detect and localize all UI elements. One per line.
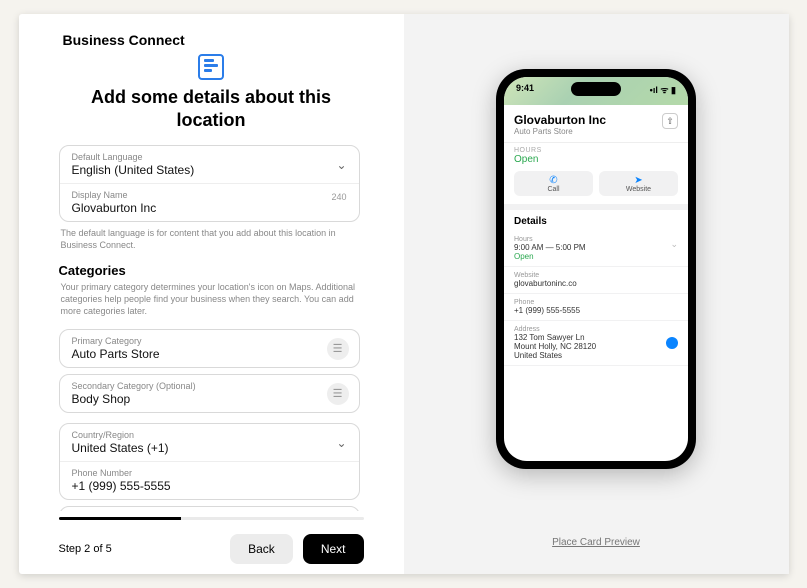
step-indicator: Step 2 of 5 — [59, 543, 112, 555]
display-name-count: 240 — [331, 192, 346, 202]
primary-category-input[interactable]: Primary Category Auto Parts Store ☰ — [60, 330, 359, 367]
preview-address: Address 132 Tom Sawyer Ln Mount Holly, N… — [504, 321, 688, 366]
primary-category-value: Auto Parts Store — [72, 347, 347, 361]
phone-icon: ✆ — [514, 175, 593, 186]
display-name-input[interactable]: Display Name Glovaburton Inc 240 — [60, 183, 359, 221]
preview-details-heading: Details — [504, 204, 688, 231]
phone-input[interactable]: Phone Number +1 (999) 555-5555 — [60, 461, 359, 499]
default-language-value: English (United States) — [72, 163, 347, 177]
brand-text: Business Connect — [63, 32, 185, 48]
categories-heading: Categories — [59, 263, 360, 278]
brand: Business Connect — [59, 32, 364, 48]
category-icon: ☰ — [327, 338, 349, 360]
chevron-down-icon: ⌄ — [336, 158, 346, 172]
categories-hint: Your primary category determines your lo… — [61, 282, 358, 317]
preview-hours: Hours 9:00 AM — 5:00 PM Open ⌄ — [504, 231, 688, 267]
next-button[interactable]: Next — [303, 534, 364, 564]
preview-caption[interactable]: Place Card Preview — [552, 537, 640, 548]
country-select[interactable]: Country/Region United States (+1) ⌄ — [60, 424, 359, 461]
progress-bar — [59, 517, 364, 520]
page-title: Add some details about this location — [59, 86, 364, 131]
navigate-icon — [666, 337, 678, 349]
preview-website: Website glovaburtoninc.co — [504, 267, 688, 294]
call-button: ✆ Call — [514, 171, 593, 196]
default-language-label: Default Language — [72, 152, 347, 162]
primary-category-label: Primary Category — [72, 336, 347, 346]
country-label: Country/Region — [72, 430, 347, 440]
country-value: United States (+1) — [72, 441, 347, 455]
preview-open-status: Open — [514, 154, 678, 165]
status-icons: •ıl ᯤ ▮ — [650, 83, 676, 105]
phone-preview: 9:41 •ıl ᯤ ▮ Glovaburton Inc Auto Parts … — [496, 69, 696, 469]
secondary-category-input[interactable]: Secondary Category (Optional) Body Shop … — [60, 375, 359, 412]
phone-label: Phone Number — [72, 468, 347, 478]
back-button[interactable]: Back — [230, 534, 293, 564]
preview-hours-label: HOURS — [514, 147, 678, 154]
display-name-value: Glovaburton Inc — [72, 201, 347, 215]
secondary-category-value: Body Shop — [72, 392, 347, 406]
preview-phone: Phone +1 (999) 555-5555 — [504, 294, 688, 321]
chevron-down-icon: ⌄ — [670, 239, 678, 250]
phone-notch — [571, 82, 621, 96]
compass-icon: ➤ — [599, 175, 678, 186]
phone-value: +1 (999) 555-5555 — [72, 479, 347, 493]
page-icon — [198, 54, 224, 80]
secondary-category-label: Secondary Category (Optional) — [72, 381, 347, 391]
website-input[interactable]: Website (Optional) www.glovaburtoninc.co… — [60, 507, 359, 511]
display-name-label: Display Name — [72, 190, 347, 200]
chevron-down-icon: ⌄ — [336, 436, 346, 450]
website-button: ➤ Website — [599, 171, 678, 196]
default-language-select[interactable]: Default Language English (United States)… — [60, 146, 359, 183]
preview-business-category: Auto Parts Store — [514, 127, 678, 136]
preview-business-name: Glovaburton Inc — [514, 113, 678, 127]
category-icon: ☰ — [327, 383, 349, 405]
share-icon: ⇧ — [662, 113, 678, 129]
status-time: 9:41 — [516, 83, 534, 105]
language-hint: The default language is for content that… — [61, 228, 358, 251]
